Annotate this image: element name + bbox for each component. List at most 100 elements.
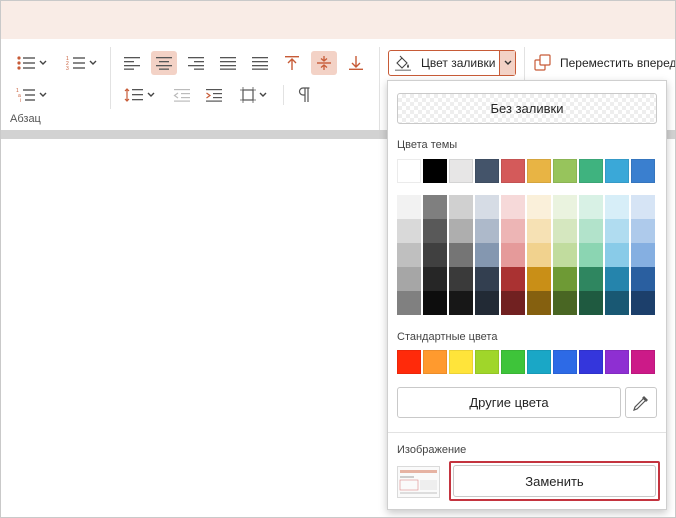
theme-shade-swatch[interactable] xyxy=(449,267,473,291)
align-left-icon xyxy=(124,57,140,70)
theme-shade-swatch[interactable] xyxy=(553,243,577,267)
theme-shade-swatch[interactable] xyxy=(527,243,551,267)
theme-shade-swatch[interactable] xyxy=(631,195,655,219)
other-colors-button[interactable]: Другие цвета xyxy=(397,387,621,418)
theme-shade-swatch[interactable] xyxy=(579,291,603,315)
standard-color-swatch[interactable] xyxy=(501,350,525,374)
fill-color-dropdown[interactable] xyxy=(499,51,515,75)
decrease-indent-button[interactable] xyxy=(169,83,195,107)
theme-shade-swatch[interactable] xyxy=(449,243,473,267)
align-right-button[interactable] xyxy=(183,51,209,75)
theme-shade-swatch[interactable] xyxy=(579,195,603,219)
eyedropper-button[interactable] xyxy=(625,387,657,418)
standard-color-swatch[interactable] xyxy=(397,350,421,374)
theme-shade-swatch[interactable] xyxy=(475,219,499,243)
theme-shade-swatch[interactable] xyxy=(501,219,525,243)
increase-indent-button[interactable] xyxy=(201,83,227,107)
theme-color-swatch[interactable] xyxy=(631,159,655,183)
theme-shade-swatch[interactable] xyxy=(397,243,421,267)
theme-shade-swatch[interactable] xyxy=(501,291,525,315)
theme-shade-swatch[interactable] xyxy=(475,243,499,267)
standard-color-swatch[interactable] xyxy=(527,350,551,374)
theme-shade-swatch[interactable] xyxy=(579,243,603,267)
theme-shade-swatch[interactable] xyxy=(605,219,629,243)
theme-color-swatch[interactable] xyxy=(475,159,499,183)
theme-shade-swatch[interactable] xyxy=(553,219,577,243)
theme-shade-swatch[interactable] xyxy=(631,267,655,291)
text-margins-button[interactable] xyxy=(233,83,273,107)
theme-shade-swatch[interactable] xyxy=(397,291,421,315)
theme-shade-swatch[interactable] xyxy=(631,291,655,315)
align-center-button[interactable] xyxy=(151,51,177,75)
align-middle-button[interactable] xyxy=(311,51,337,75)
align-left-button[interactable] xyxy=(119,51,145,75)
theme-shade-swatch[interactable] xyxy=(605,291,629,315)
standard-color-swatch[interactable] xyxy=(579,350,603,374)
theme-shade-swatch[interactable] xyxy=(579,219,603,243)
multilevel-list-button[interactable]: 1 a i xyxy=(12,83,50,107)
theme-shade-swatch[interactable] xyxy=(423,195,447,219)
fill-color-button[interactable]: Цвет заливки xyxy=(388,50,516,76)
numbered-list-button[interactable]: 1 2 3 xyxy=(62,51,100,75)
theme-shade-swatch[interactable] xyxy=(579,267,603,291)
theme-shade-swatch[interactable] xyxy=(631,219,655,243)
theme-shade-swatch[interactable] xyxy=(449,195,473,219)
bullet-list-button[interactable] xyxy=(12,51,50,75)
theme-color-swatch[interactable] xyxy=(579,159,603,183)
standard-color-swatch[interactable] xyxy=(605,350,629,374)
theme-color-swatch[interactable] xyxy=(553,159,577,183)
theme-shade-swatch[interactable] xyxy=(553,267,577,291)
theme-shade-swatch[interactable] xyxy=(397,195,421,219)
show-formatting-button[interactable] xyxy=(291,83,317,107)
theme-shade-swatch[interactable] xyxy=(527,219,551,243)
theme-shade-swatch[interactable] xyxy=(501,195,525,219)
decrease-indent-icon xyxy=(173,89,190,102)
align-bottom-icon xyxy=(349,56,363,70)
theme-shade-swatch[interactable] xyxy=(423,291,447,315)
standard-color-swatch[interactable] xyxy=(631,350,655,374)
theme-shade-swatch[interactable] xyxy=(397,219,421,243)
theme-shade-swatch[interactable] xyxy=(475,195,499,219)
theme-shade-swatch[interactable] xyxy=(605,243,629,267)
theme-shade-swatch[interactable] xyxy=(527,195,551,219)
theme-color-swatch[interactable] xyxy=(423,159,447,183)
theme-color-swatch[interactable] xyxy=(527,159,551,183)
distribute-button[interactable] xyxy=(247,51,273,75)
standard-color-swatch[interactable] xyxy=(423,350,447,374)
fill-color-main[interactable]: Цвет заливки xyxy=(389,51,499,75)
replace-button[interactable]: Заменить xyxy=(453,465,656,497)
theme-shade-swatch[interactable] xyxy=(423,243,447,267)
theme-color-swatch[interactable] xyxy=(501,159,525,183)
standard-color-swatch[interactable] xyxy=(475,350,499,374)
theme-shade-swatch[interactable] xyxy=(475,291,499,315)
theme-shade-swatch[interactable] xyxy=(449,219,473,243)
theme-color-swatch[interactable] xyxy=(449,159,473,183)
line-spacing-button[interactable] xyxy=(119,83,159,107)
move-forward-button[interactable]: Переместить вперед xyxy=(534,50,676,76)
theme-shade-swatch[interactable] xyxy=(501,243,525,267)
theme-shade-swatch[interactable] xyxy=(475,267,499,291)
theme-shade-column xyxy=(631,195,655,315)
standard-color-swatch[interactable] xyxy=(553,350,577,374)
theme-shade-swatch[interactable] xyxy=(631,243,655,267)
theme-shade-swatch[interactable] xyxy=(449,291,473,315)
theme-shade-swatch[interactable] xyxy=(397,267,421,291)
theme-shade-swatch[interactable] xyxy=(553,195,577,219)
theme-color-swatch[interactable] xyxy=(397,159,421,183)
justify-button[interactable] xyxy=(215,51,241,75)
align-bottom-button[interactable] xyxy=(343,51,369,75)
theme-shade-swatch[interactable] xyxy=(527,267,551,291)
theme-shade-swatch[interactable] xyxy=(423,219,447,243)
theme-shade-swatch[interactable] xyxy=(501,267,525,291)
line-spacing-icon xyxy=(124,88,143,102)
theme-shade-swatch[interactable] xyxy=(527,291,551,315)
standard-color-swatch[interactable] xyxy=(449,350,473,374)
theme-shade-swatch[interactable] xyxy=(423,267,447,291)
theme-color-swatch[interactable] xyxy=(605,159,629,183)
theme-shade-swatch[interactable] xyxy=(605,267,629,291)
theme-shade-swatch[interactable] xyxy=(605,195,629,219)
align-top-button[interactable] xyxy=(279,51,305,75)
move-forward-label: Переместить вперед xyxy=(560,56,676,70)
theme-shade-swatch[interactable] xyxy=(553,291,577,315)
no-fill-button[interactable]: Без заливки xyxy=(397,93,657,124)
